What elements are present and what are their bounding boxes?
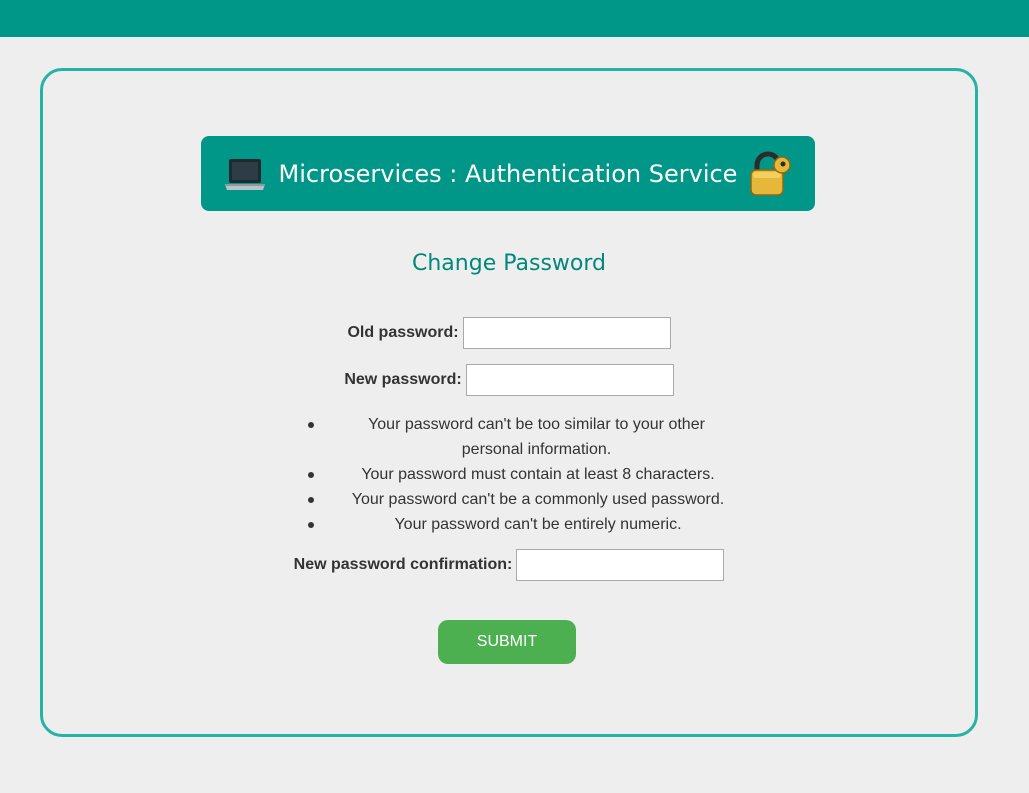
submit-button[interactable]: SUBMIT (438, 620, 576, 664)
page-title: Change Password (412, 251, 606, 276)
confirmation-row: New password confirmation: (43, 549, 975, 581)
laptop-icon (223, 157, 267, 193)
old-password-input[interactable] (462, 317, 671, 349)
new-password-label: New password: (344, 371, 462, 388)
password-rule: Your password must contain at least 8 ch… (308, 462, 748, 487)
password-rule: Your password can't be too similar to yo… (308, 412, 748, 462)
new-password-row: New password: (43, 364, 975, 396)
lock-icon (749, 151, 793, 197)
change-password-card: Microservices : Authentication Service C… (40, 68, 978, 737)
password-rules-list: Your password can't be too similar to yo… (308, 412, 748, 537)
confirmation-label: New password confirmation: (293, 556, 513, 573)
service-title: Microservices : Authentication Service (278, 159, 738, 188)
old-password-row: Old password: (43, 317, 975, 349)
password-rule: Your password can't be entirely numeric. (308, 512, 748, 537)
top-bar (0, 0, 1029, 37)
service-banner: Microservices : Authentication Service (201, 136, 815, 211)
password-rule: Your password can't be a commonly used p… (308, 487, 748, 512)
confirmation-input[interactable] (516, 549, 725, 581)
new-password-input[interactable] (465, 364, 674, 396)
old-password-label: Old password: (347, 324, 459, 341)
